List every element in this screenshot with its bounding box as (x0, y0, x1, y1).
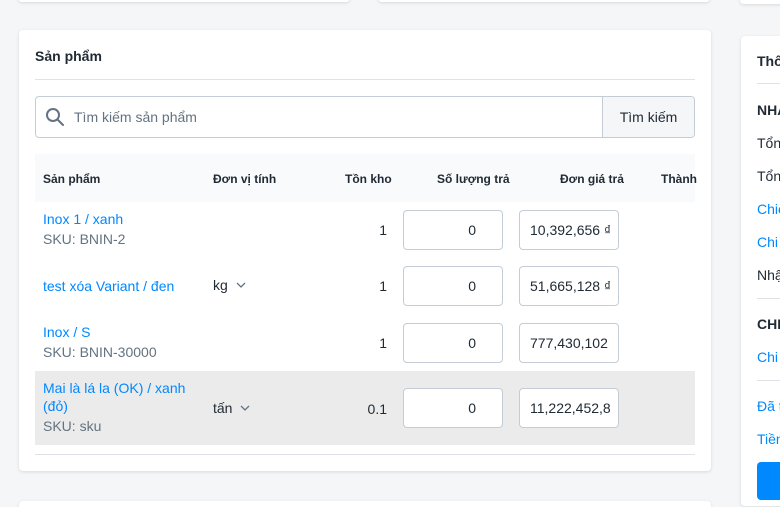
side-divider (757, 298, 780, 299)
return-price-input[interactable]: 11,222,452,8 (519, 388, 619, 428)
side-section-heading: CHI (757, 316, 780, 332)
top-card-left (18, 0, 350, 2)
col-stock: Tồn kho (345, 172, 392, 186)
search-icon (36, 97, 74, 137)
side-link[interactable]: Chi (757, 234, 778, 250)
product-sku: SKU: sku (43, 418, 102, 434)
side-title: Thô (757, 53, 780, 69)
side-line: Nhậ (757, 267, 780, 283)
col-return-price: Đơn giá trả (560, 172, 624, 186)
chevron-down-icon (236, 282, 246, 288)
stock-value: 1 (379, 278, 387, 294)
table-row: Inox / S SKU: BNIN-30000 1 0 777,430,102 (35, 314, 695, 371)
side-primary-button[interactable] (757, 462, 780, 500)
table-row: Mai là lá la (OK) / xanh (đỏ) SKU: sku t… (35, 371, 695, 445)
top-card-side (740, 0, 780, 4)
product-link[interactable]: Mai là lá la (OK) / xanh (đỏ) (43, 379, 203, 415)
side-divider (757, 380, 780, 381)
title-divider (35, 79, 695, 80)
side-link[interactable]: Chiế (757, 201, 780, 217)
products-title: Sản phẩm (35, 48, 102, 64)
unit-select[interactable]: tấn (213, 400, 250, 416)
product-link[interactable]: Inox 1 / xanh (43, 210, 203, 228)
stock-value: 1 (379, 335, 387, 351)
side-section-heading: NHẢ (757, 102, 780, 118)
col-return-qty: Số lượng trả (437, 172, 510, 186)
table-header: Sản phẩm Đơn vị tính Tồn kho Số lượng tr… (35, 154, 697, 202)
chevron-down-icon (241, 405, 250, 411)
products-card: Sản phẩm Tìm kiếm Sản phẩm Đơn vị tính T… (19, 30, 711, 471)
side-line: Tổn (757, 168, 780, 184)
col-unit: Đơn vị tính (213, 172, 277, 186)
col-total: Thành (661, 172, 697, 186)
side-link[interactable]: Đã t (757, 398, 780, 414)
search-input[interactable] (74, 97, 602, 137)
table-row: test xóa Variant / đen kg 1 0 51,665,128… (35, 258, 695, 314)
stock-value: 0.1 (367, 401, 387, 417)
stock-value: 1 (379, 222, 387, 238)
return-price-input[interactable]: 10,392,656 ₫ (519, 210, 619, 250)
product-search-box: Tìm kiếm (35, 96, 695, 138)
return-qty-input[interactable]: 0 (403, 388, 503, 428)
side-divider (757, 83, 780, 84)
table-bottom-divider (35, 454, 695, 455)
return-price-input[interactable]: 777,430,102 (519, 323, 619, 363)
side-link[interactable]: Tiền (757, 431, 780, 447)
product-link[interactable]: Inox / S (43, 323, 203, 341)
table-row: Inox 1 / xanh SKU: BNIN-2 1 0 10,392,656… (35, 202, 695, 258)
top-card-right (378, 0, 710, 2)
product-sku: SKU: BNIN-30000 (43, 344, 157, 360)
search-button[interactable]: Tìm kiếm (602, 97, 694, 137)
return-price-input[interactable]: 51,665,128 ₫ (519, 266, 619, 306)
return-qty-input[interactable]: 0 (403, 323, 503, 363)
product-sku: SKU: BNIN-2 (43, 231, 126, 247)
side-info-card: Thô NHẢ Tổn Tổn Chiế Chi Nhậ CHI Chi Đã … (741, 36, 780, 506)
unit-select[interactable]: kg (213, 277, 246, 293)
return-qty-input[interactable]: 0 (403, 266, 503, 306)
unit-value: kg (213, 277, 228, 293)
product-link[interactable]: test xóa Variant / đen (43, 277, 203, 295)
side-line: Tổn (757, 135, 780, 151)
col-product: Sản phẩm (43, 172, 101, 186)
return-qty-input[interactable]: 0 (403, 210, 503, 250)
bottom-card (19, 501, 711, 507)
unit-value: tấn (213, 400, 233, 416)
side-link[interactable]: Chi (757, 349, 778, 365)
